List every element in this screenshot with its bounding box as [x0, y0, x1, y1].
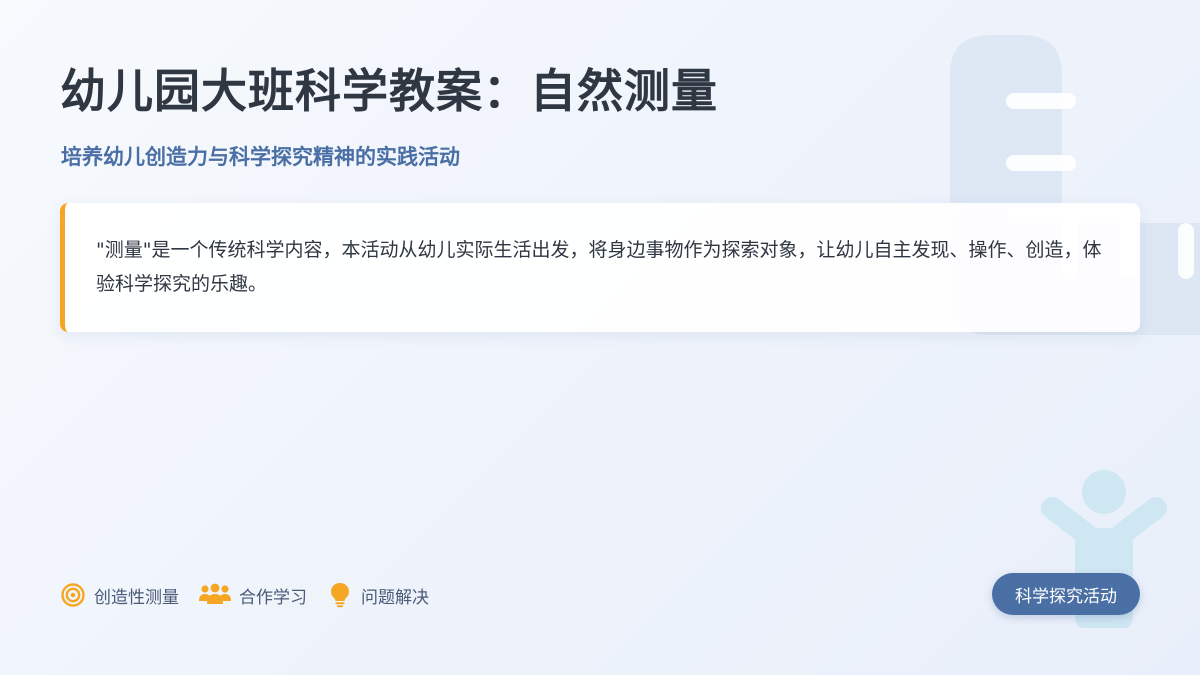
tag-label: 合作学习: [239, 587, 307, 608]
tag-creative-measurement: 创造性测量: [60, 579, 179, 611]
page-subtitle: 培养幼儿创造力与科学探究精神的实践活动: [61, 145, 460, 169]
tag-cooperative-learning: 合作学习: [199, 579, 307, 611]
group-icon: [199, 582, 231, 608]
target-icon: [60, 582, 86, 608]
page-title: 幼儿园大班科学教案：自然测量: [60, 64, 718, 118]
intro-text: "测量"是一个传统科学内容，本活动从幼儿实际生活出发，将身边事物作为探索对象，让…: [96, 239, 1102, 295]
tag-problem-solving: 问题解决: [327, 579, 429, 611]
tag-label: 创造性测量: [94, 587, 179, 608]
intro-card: "测量"是一个传统科学内容，本活动从幼儿实际生活出发，将身边事物作为探索对象，让…: [60, 203, 1140, 332]
tag-label: 问题解决: [361, 587, 429, 608]
lightbulb-icon: [327, 582, 353, 608]
tag-list: 创造性测量 合作学习 问题解决: [60, 579, 449, 611]
activity-type-badge: 科学探究活动: [992, 573, 1140, 615]
